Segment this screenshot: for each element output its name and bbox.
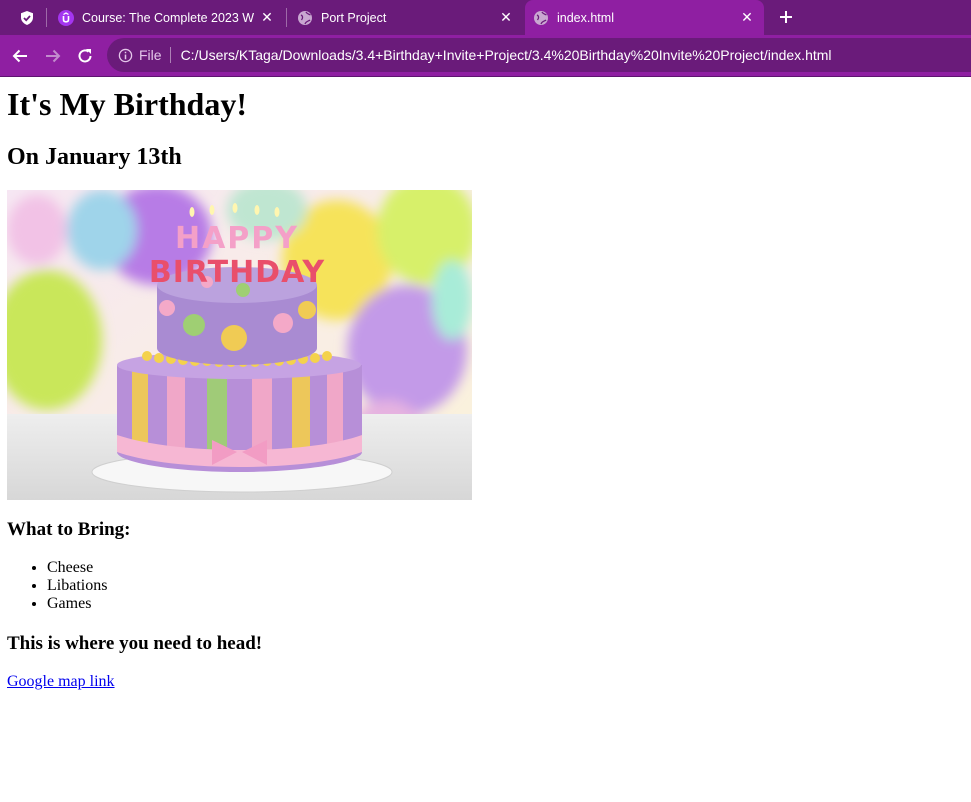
tab-udemy-course[interactable]: Course: The Complete 2023 Web ✕ — [50, 0, 284, 35]
address-divider — [169, 47, 171, 63]
close-icon[interactable]: ✕ — [258, 9, 276, 27]
tab-port-project[interactable]: Port Project ✕ — [289, 0, 523, 35]
page-content: It's My Birthday! On January 13th HAPPY … — [0, 77, 971, 802]
list-item: Cheese — [47, 559, 107, 577]
bring-heading: What to Bring: — [7, 519, 131, 540]
arrow-left-icon — [12, 49, 27, 63]
tab-separator — [286, 8, 287, 27]
tab-title: index.html — [557, 10, 614, 25]
back-button[interactable] — [7, 43, 33, 69]
directions-heading: This is where you need to head! — [7, 633, 263, 654]
page-subheading: On January 13th — [7, 144, 182, 170]
udemy-icon — [58, 9, 74, 26]
page-heading: It's My Birthday! — [7, 86, 247, 122]
browser-tab-strip: Course: The Complete 2023 Web ✕ Port Pro… — [0, 0, 971, 35]
close-icon[interactable]: ✕ — [738, 9, 756, 27]
list-item: Games — [47, 595, 107, 613]
list-item: Libations — [47, 577, 107, 595]
reload-icon — [78, 49, 92, 63]
reload-button[interactable] — [72, 43, 98, 69]
globe-icon — [297, 10, 313, 26]
url-scheme-label: File — [139, 47, 162, 63]
forward-button[interactable] — [40, 43, 66, 69]
url-text[interactable]: C:/Users/KTaga/Downloads/3.4+Birthday+In… — [181, 47, 832, 63]
plus-icon — [780, 11, 792, 23]
svg-text:BIRTHDAY: BIRTHDAY — [149, 255, 326, 290]
tab-separator — [46, 8, 47, 27]
arrow-right-icon — [46, 49, 61, 63]
tab-title: Port Project — [321, 10, 387, 25]
shield-icon[interactable] — [10, 0, 44, 35]
info-icon[interactable] — [117, 47, 133, 63]
new-tab-button[interactable] — [774, 5, 798, 29]
bring-list: Cheese Libations Games — [7, 559, 107, 613]
svg-text:HAPPY: HAPPY — [175, 221, 299, 256]
close-icon[interactable]: ✕ — [497, 9, 515, 27]
tab-title: Course: The Complete 2023 Web — [82, 10, 254, 25]
address-bar[interactable]: File C:/Users/KTaga/Downloads/3.4+Birthd… — [107, 38, 971, 72]
tab-index-html[interactable]: index.html ✕ — [525, 0, 764, 35]
globe-icon — [533, 10, 549, 26]
birthday-cake-image: HAPPY BIRTHDAY — [7, 190, 472, 500]
browser-toolbar: File C:/Users/KTaga/Downloads/3.4+Birthd… — [0, 35, 971, 77]
google-map-link[interactable]: Google map link — [7, 672, 115, 692]
